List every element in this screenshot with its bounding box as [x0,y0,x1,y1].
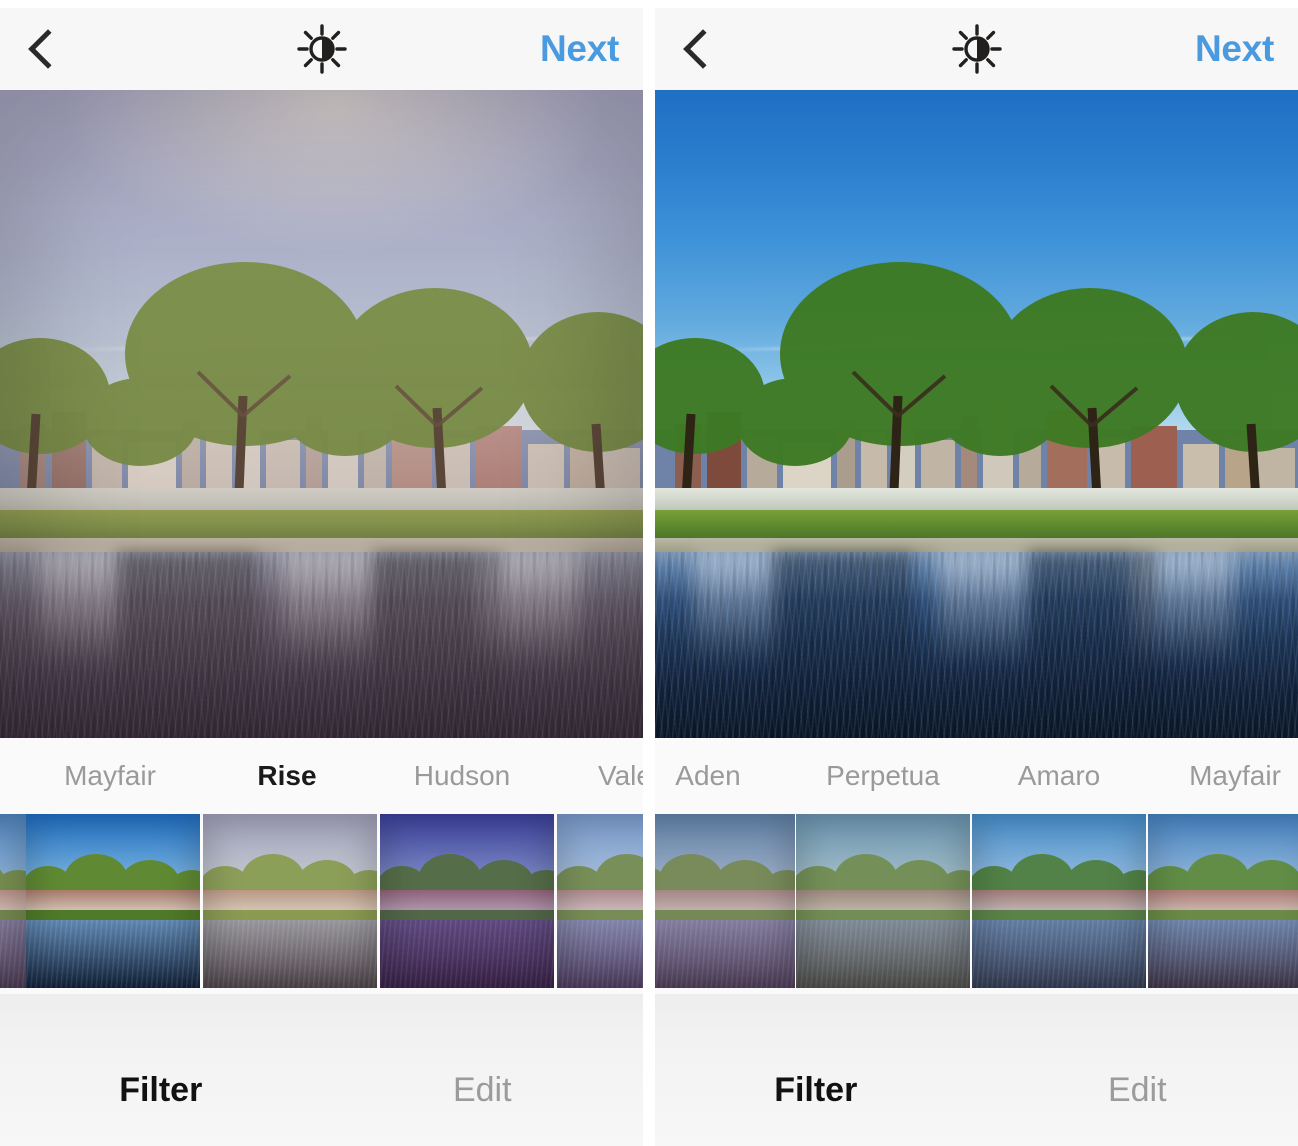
tab-filter[interactable]: Filter [0,1040,322,1140]
tab-edit[interactable]: Edit [977,1040,1298,1140]
next-button[interactable]: Next [1195,28,1274,70]
filter-thumbnail[interactable] [26,814,200,988]
filter-thumbnail[interactable] [557,814,643,988]
filter-thumbnail[interactable] [655,814,795,988]
filter-thumbnail[interactable] [972,814,1146,988]
screenshot-root: Next Mayfair Rise Hudson Val Filter Edit… [0,0,1298,1146]
bottom-tab-zone: Filter Edit [0,994,643,1146]
filter-name-2[interactable]: Hudson [414,760,511,792]
photo-preview[interactable] [655,90,1298,738]
water-ripples [0,552,643,738]
next-button[interactable]: Next [540,28,619,70]
bottom-tab-zone: Filter Edit [655,994,1298,1146]
tree-line [0,186,643,517]
river-water [0,552,643,738]
bottom-tab-bar: Filter Edit [655,1040,1298,1140]
filter-thumbnail[interactable] [796,814,970,988]
navigation-bar: Next [655,8,1298,90]
phone-screen-left: Next Mayfair Rise Hudson Val Filter Edit [0,0,643,1146]
filter-thumbnail[interactable] [1148,814,1298,988]
filter-thumbnail[interactable] [203,814,377,988]
filter-name-0[interactable]: Mayfair [64,760,156,792]
phone-screen-right: Next Aden Perpetua Amaro Mayfair Filter … [655,0,1298,1146]
photo-preview[interactable] [0,90,643,738]
filter-thumbnail-strip[interactable] [0,814,643,994]
filter-name-row: Aden Perpetua Amaro Mayfair [655,738,1298,814]
brightness-contrast-sun-icon[interactable] [294,21,350,77]
filter-name-0[interactable]: Aden [675,760,740,792]
filter-thumbnail[interactable] [380,814,554,988]
filter-name-row: Mayfair Rise Hudson Vale [0,738,643,814]
filter-name-3[interactable]: Mayfair [1189,760,1281,792]
water-ripples [655,552,1298,738]
filter-thumbnail[interactable] [0,814,26,988]
tab-filter[interactable]: Filter [655,1040,977,1140]
river-water [655,552,1298,738]
filter-name-2[interactable]: Amaro [1018,760,1100,792]
filter-name-1[interactable]: Rise [257,760,316,792]
navigation-bar: Next [0,8,643,90]
tab-edit[interactable]: Edit [322,1040,644,1140]
brightness-contrast-sun-icon[interactable] [949,21,1005,77]
filter-thumbnail-strip[interactable] [655,814,1298,994]
filter-name-3[interactable]: Vale [598,760,643,792]
bottom-tab-bar: Filter Edit [0,1040,643,1140]
panel-divider [643,0,655,1146]
tree-line [655,186,1298,517]
filter-name-1[interactable]: Perpetua [826,760,940,792]
